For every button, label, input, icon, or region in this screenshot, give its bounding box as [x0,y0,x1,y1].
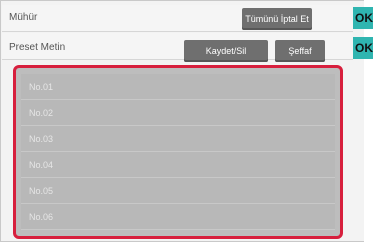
ok-button-top[interactable]: OK [353,7,373,29]
stamp-row: Mühür Tümünü İptal Et [2,5,353,32]
ok-button-preset[interactable]: OK [353,37,373,59]
preset-list: No.01 No.02 No.03 No.04 No.05 No.06 [21,74,335,230]
list-item[interactable]: No.06 [21,204,335,230]
list-item[interactable]: No.01 [21,74,335,100]
preset-list-highlight: No.01 No.02 No.03 No.04 No.05 No.06 [13,65,343,239]
list-item[interactable]: No.02 [21,100,335,126]
transparent-button[interactable]: Şeffaf [275,40,325,62]
list-item[interactable]: No.03 [21,126,335,152]
preset-row: Preset Metin Kaydet/Sil Şeffaf [2,33,353,62]
dialog-frame: Mühür Tümünü İptal Et OK Preset Metin Ka… [0,0,373,242]
cancel-all-button[interactable]: Tümünü İptal Et [242,8,312,30]
preset-label: Preset Metin [9,42,66,53]
list-item[interactable]: No.04 [21,152,335,178]
save-delete-button[interactable]: Kaydet/Sil [184,40,268,62]
list-item[interactable]: No.05 [21,178,335,204]
stamp-label: Mühür [9,12,38,23]
